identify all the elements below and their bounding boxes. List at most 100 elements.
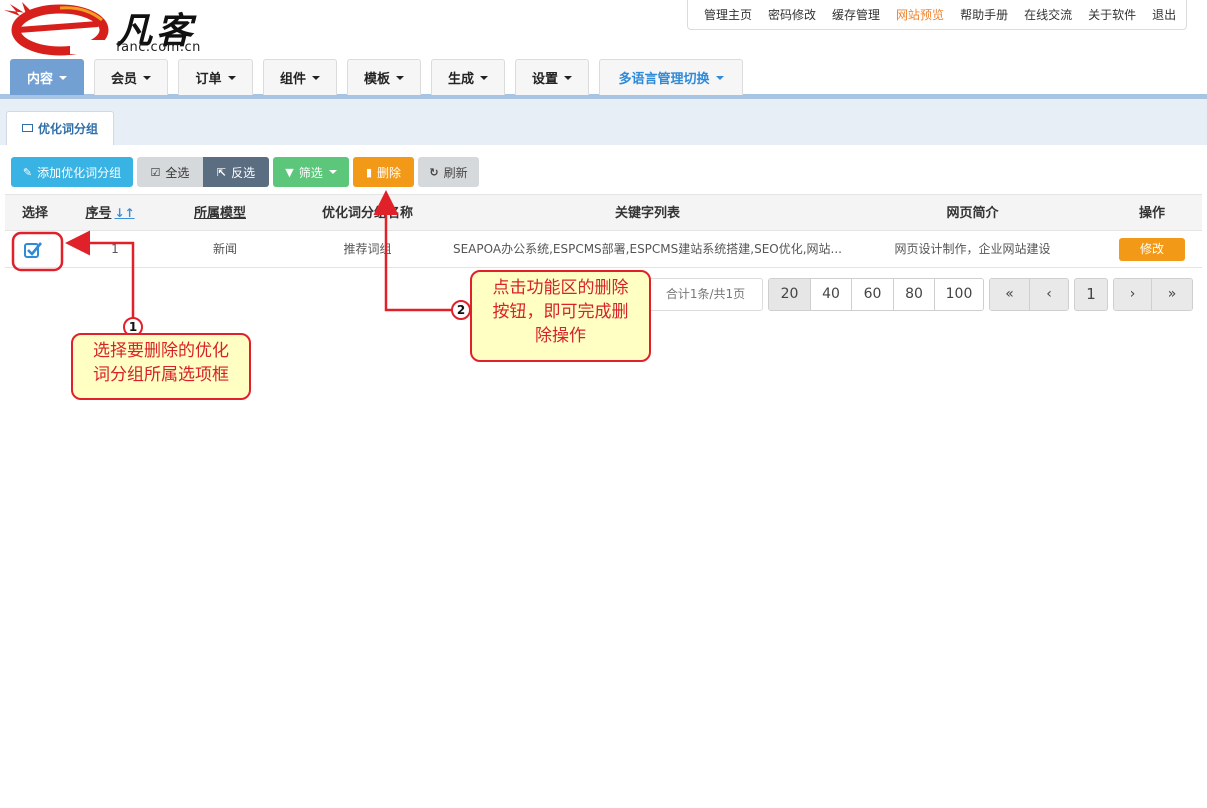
page-size-group: 20 40 60 80 100 (768, 278, 984, 311)
link-logout[interactable]: 退出 (1144, 6, 1184, 23)
nav-tab-content[interactable]: 内容 (10, 59, 84, 95)
callout-2-line1: 点击功能区的删除 (492, 278, 629, 298)
nav-tab-order[interactable]: 订单 (178, 59, 253, 95)
toolbar: ✎ 添加优化词分组 ☑ 全选 ⇱ 反选 ▼ 筛选 ▮ 删除 ↻ 刷新 (11, 157, 483, 187)
nav-tab-generate[interactable]: 生成 (431, 59, 505, 95)
cell-keywords: SEAPOA办公系统,ESPCMS部署,ESPCMS建站系统搭建,SEO优化,网… (452, 242, 842, 256)
nav-tab-member[interactable]: 会员 (94, 59, 168, 95)
nav-tab-component[interactable]: 组件 (263, 59, 337, 95)
cell-intro: 网页设计制作，企业网站建设 (894, 242, 1051, 256)
callout-2-badge: 2 (451, 300, 471, 320)
page-1-button[interactable]: 1 (1074, 278, 1108, 311)
callout-2-line3: 除操作 (535, 326, 586, 346)
first-page-button[interactable]: « (990, 279, 1030, 310)
next-page-button[interactable]: › (1114, 279, 1152, 310)
edit-icon: ✎ (22, 165, 33, 179)
button-label: 反选 (231, 165, 256, 180)
nav-tab-label: 模板 (363, 72, 390, 87)
callout-2-line2: 按钮，即可完成删 (492, 302, 629, 322)
col-id[interactable]: 序号 ↓↑ (75, 195, 145, 232)
trash-icon: ▮ (365, 165, 373, 179)
col-id-label: 序号 (85, 206, 112, 221)
prev-group: « ‹ (989, 278, 1069, 311)
nav-tab-label: 订单 (195, 72, 222, 87)
sort-icon: ↓↑ (114, 206, 135, 220)
col-group-name: 优化词分组名称 (321, 206, 413, 221)
caret-down-icon (328, 170, 337, 174)
tab-label: 优化词分组 (37, 122, 98, 136)
callout-1-line1: 选择要删除的优化 (93, 341, 229, 361)
table-header: 选择 序号 ↓↑ 所属模型 优化词分组名称 关键字列表 网页简介 操作 (5, 194, 1202, 231)
nav-tab-label: 多语言管理切换 (618, 72, 710, 87)
top-links: 管理主页 密码修改 缓存管理 网站预览 帮助手册 在线交流 关于软件 退出 (687, 0, 1187, 30)
col-select: 选择 (21, 206, 48, 221)
refresh-icon: ↻ (429, 165, 439, 179)
add-keyword-group-button[interactable]: ✎ 添加优化词分组 (11, 157, 133, 187)
caret-down-icon (312, 75, 320, 80)
caret-down-icon (59, 75, 67, 80)
caret-down-icon (564, 75, 572, 80)
caret-down-icon (715, 75, 724, 80)
page-size-100[interactable]: 100 (935, 279, 983, 310)
nav-tab-settings[interactable]: 设置 (515, 59, 589, 95)
next-group: › » (1113, 278, 1193, 311)
callout-1: 选择要删除的优化 词分组所属选项框 (71, 333, 251, 400)
nav-tab-label: 设置 (531, 72, 558, 87)
nav-tab-template[interactable]: 模板 (347, 59, 421, 95)
invert-selection-button[interactable]: ⇱ 反选 (203, 157, 269, 187)
caret-down-icon (396, 75, 404, 80)
page-size-20[interactable]: 20 (769, 279, 811, 310)
nav-tab-label: 会员 (110, 72, 137, 87)
link-about-software[interactable]: 关于软件 (1080, 6, 1144, 23)
link-change-password[interactable]: 密码修改 (760, 6, 824, 23)
link-site-preview[interactable]: 网站预览 (888, 6, 952, 23)
cell-group-name: 推荐词组 (343, 242, 392, 256)
button-label: 删除 (377, 165, 402, 180)
filter-icon: ▼ (285, 165, 294, 179)
delete-button[interactable]: ▮ 删除 (353, 157, 414, 187)
page-size-60[interactable]: 60 (852, 279, 894, 310)
link-online-chat[interactable]: 在线交流 (1016, 6, 1080, 23)
callout-1-line2: 词分组所属选项框 (93, 365, 229, 385)
cell-id: 1 (111, 242, 119, 256)
sub-tab-bar: 优化词分组 (0, 99, 1207, 145)
filter-dropdown-button[interactable]: ▼ 筛选 (273, 157, 349, 187)
logo-mark-icon (4, 2, 110, 56)
caret-down-icon (227, 75, 236, 80)
edit-button[interactable]: 修改 (1119, 238, 1185, 261)
nav-tab-label: 内容 (26, 72, 53, 87)
cell-model: 新闻 (212, 242, 237, 256)
last-page-button[interactable]: » (1152, 279, 1192, 310)
col-model[interactable]: 所属模型 (175, 195, 265, 232)
link-cache-manage[interactable]: 缓存管理 (824, 6, 888, 23)
col-keywords: 关键字列表 (614, 206, 680, 221)
main-nav: 内容 会员 订单 组件 模板 生成 设置 多语言管理切换 (0, 58, 1207, 99)
row-checkbox[interactable] (24, 241, 42, 258)
tab-keyword-group[interactable]: 优化词分组 (6, 111, 114, 145)
record-count: 合计1条/共1页 (648, 278, 763, 311)
share-square-icon: ⇱ (216, 165, 227, 179)
col-model-label: 所属模型 (193, 206, 246, 221)
link-admin-home[interactable]: 管理主页 (696, 6, 760, 23)
site-logo[interactable]: 凡客 fanc.com.cn (0, 0, 230, 58)
nav-tab-language[interactable]: 多语言管理切换 (599, 59, 743, 95)
refresh-button[interactable]: ↻ 刷新 (418, 157, 479, 187)
select-all-button[interactable]: ☑ 全选 (137, 157, 203, 187)
button-label: 筛选 (298, 165, 323, 180)
link-help-manual[interactable]: 帮助手册 (952, 6, 1016, 23)
button-label: 全选 (165, 165, 190, 180)
button-label: 刷新 (443, 165, 468, 180)
monitor-icon (21, 123, 33, 132)
col-intro: 网页简介 (946, 206, 999, 221)
callout-2: 点击功能区的删除 按钮，即可完成删 除操作 (470, 270, 651, 362)
caret-down-icon (143, 75, 151, 80)
page: 凡客 fanc.com.cn 管理主页 密码修改 缓存管理 网站预览 帮助手册 … (0, 0, 1207, 808)
button-label: 添加优化词分组 (37, 165, 122, 180)
col-action: 操作 (1138, 206, 1165, 221)
page-size-40[interactable]: 40 (811, 279, 852, 310)
nav-tab-label: 组件 (279, 72, 306, 87)
keyword-group-table: 选择 序号 ↓↑ 所属模型 优化词分组名称 关键字列表 网页简介 操作 1 新闻 … (5, 194, 1202, 268)
page-size-80[interactable]: 80 (894, 279, 935, 310)
check-square-icon: ☑ (150, 165, 161, 179)
prev-page-button[interactable]: ‹ (1030, 279, 1068, 310)
